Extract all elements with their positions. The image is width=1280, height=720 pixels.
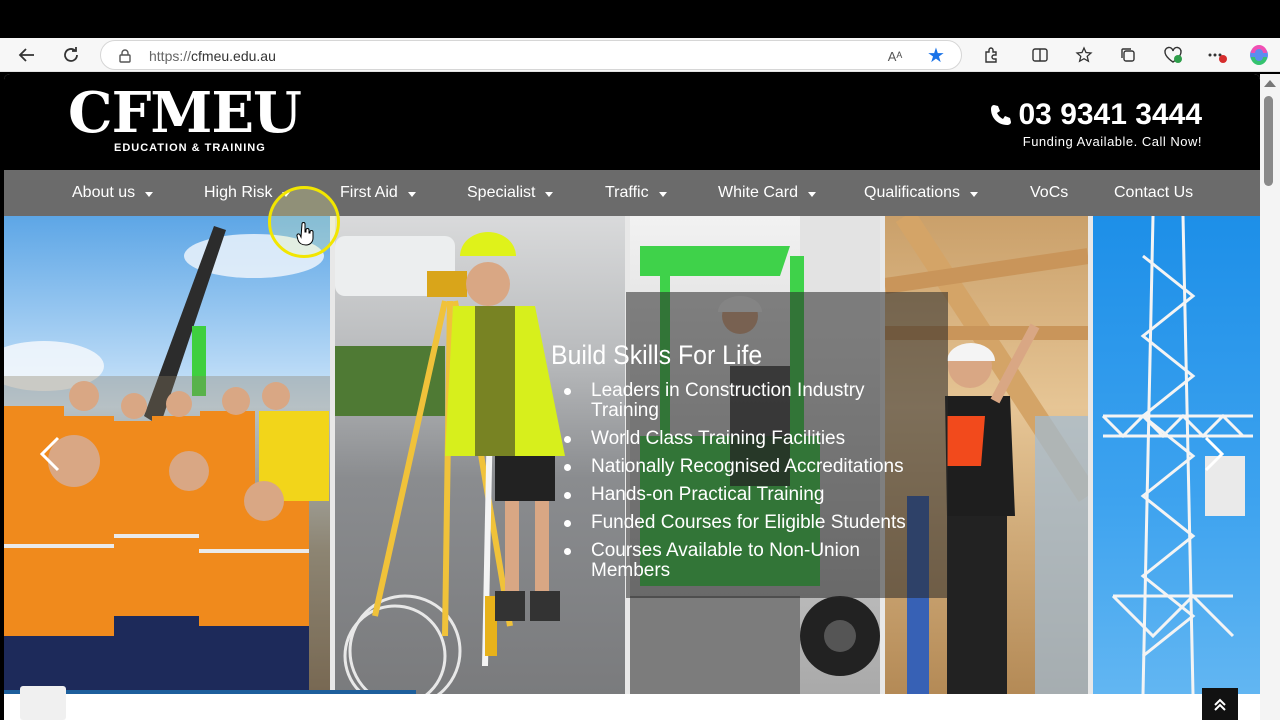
lock-icon[interactable] xyxy=(117,48,133,64)
main-nav: About us High Risk First Aid Specialist … xyxy=(4,170,1260,216)
url-text[interactable]: https://cfmeu.edu.au xyxy=(149,48,276,64)
collections-icon[interactable] xyxy=(1115,42,1141,68)
read-aloud-icon[interactable]: Aᴬ xyxy=(885,46,905,66)
caret-down-icon xyxy=(658,191,667,197)
hero-bullet-list: Leaders in Construction Industry Trainin… xyxy=(551,381,931,581)
recaptcha-badge-icon[interactable] xyxy=(20,686,66,720)
nav-label: Traffic xyxy=(605,184,649,201)
favorite-star-icon[interactable]: ★ xyxy=(925,45,947,67)
hero-slider[interactable]: Build Skills For Life Leaders in Constru… xyxy=(4,216,1260,694)
list-item: Courses Available to Non-Union Members xyxy=(551,541,931,581)
nav-label: Specialist xyxy=(467,184,536,201)
hero-title: Build Skills For Life xyxy=(551,340,763,370)
nav-label: First Aid xyxy=(340,184,398,201)
phone-tagline: Funding Available. Call Now! xyxy=(1022,134,1202,149)
nav-label: VoCs xyxy=(1030,184,1069,201)
nav-label: High Risk xyxy=(204,184,273,201)
page-scrollbar[interactable] xyxy=(1260,74,1280,720)
list-item: Nationally Recognised Accreditations xyxy=(551,457,931,477)
hand-cursor-icon xyxy=(296,222,314,246)
nav-label: White Card xyxy=(718,184,799,201)
back-to-top-button[interactable] xyxy=(1202,688,1238,720)
caret-down-icon xyxy=(407,191,416,197)
split-screen-icon[interactable] xyxy=(1027,42,1053,68)
nav-label: About us xyxy=(72,184,136,201)
caret-down-icon xyxy=(808,191,817,197)
logo-subtitle: EDUCATION & TRAINING xyxy=(114,142,266,154)
address-bar[interactable]: https://cfmeu.edu.au Aᴬ ★ xyxy=(100,40,962,70)
page-viewport: CFMEU EDUCATION & TRAINING 03 9341 3444 … xyxy=(4,74,1260,720)
nav-item-vocs[interactable]: VoCs xyxy=(1030,170,1068,216)
back-icon[interactable] xyxy=(14,42,40,68)
more-menu-icon[interactable] xyxy=(1204,42,1230,68)
nav-item-contact-us[interactable]: Contact Us xyxy=(1114,170,1193,216)
favorites-icon[interactable] xyxy=(1071,42,1097,68)
page-below-hero xyxy=(4,694,1260,720)
nav-item-about-us[interactable]: About us xyxy=(72,170,154,216)
nav-item-white-card[interactable]: White Card xyxy=(718,170,817,216)
hero-content: Build Skills For Life Leaders in Constru… xyxy=(551,340,931,589)
list-item: World Class Training Facilities xyxy=(551,429,931,449)
nav-item-specialist[interactable]: Specialist xyxy=(467,170,554,216)
list-item: Hands-on Practical Training xyxy=(551,485,931,505)
phone-icon xyxy=(991,105,1012,125)
scroll-up-icon[interactable] xyxy=(1264,80,1276,87)
caret-down-icon xyxy=(970,191,979,197)
phone-number[interactable]: 03 9341 3444 xyxy=(988,98,1202,132)
list-item: Funded Courses for Eligible Students xyxy=(551,513,931,533)
site-header: CFMEU EDUCATION & TRAINING 03 9341 3444 … xyxy=(4,74,1260,170)
logo-wordmark: CFMEU xyxy=(68,80,302,146)
refresh-icon[interactable] xyxy=(58,42,84,68)
phone-block[interactable]: 03 9341 3444 Funding Available. Call Now… xyxy=(988,98,1202,149)
slider-prev-arrow-icon[interactable] xyxy=(36,434,64,474)
extensions-icon[interactable] xyxy=(978,42,1004,68)
caret-down-icon xyxy=(545,191,554,197)
copilot-icon[interactable] xyxy=(1246,42,1272,68)
browser-top-strip xyxy=(0,0,1280,38)
hero-photo-crane xyxy=(1093,216,1260,694)
cfmeu-logo[interactable]: CFMEU EDUCATION & TRAINING xyxy=(68,80,318,156)
browser-essentials-icon[interactable] xyxy=(1160,42,1186,68)
nav-label: Contact Us xyxy=(1114,184,1194,201)
nav-label: Qualifications xyxy=(864,184,961,201)
slider-next-arrow-icon[interactable] xyxy=(1200,434,1228,474)
nav-item-traffic[interactable]: Traffic xyxy=(605,170,667,216)
phone-number-text: 03 9341 3444 xyxy=(1018,98,1202,131)
list-item: Leaders in Construction Industry Trainin… xyxy=(551,381,931,421)
scrollbar-thumb[interactable] xyxy=(1264,96,1273,186)
double-chevron-up-icon xyxy=(1214,698,1226,711)
browser-toolbar: https://cfmeu.edu.au Aᴬ ★ xyxy=(0,38,1280,72)
nav-item-first-aid[interactable]: First Aid xyxy=(340,170,416,216)
nav-item-qualifications[interactable]: Qualifications xyxy=(864,170,979,216)
caret-down-icon xyxy=(145,191,154,197)
